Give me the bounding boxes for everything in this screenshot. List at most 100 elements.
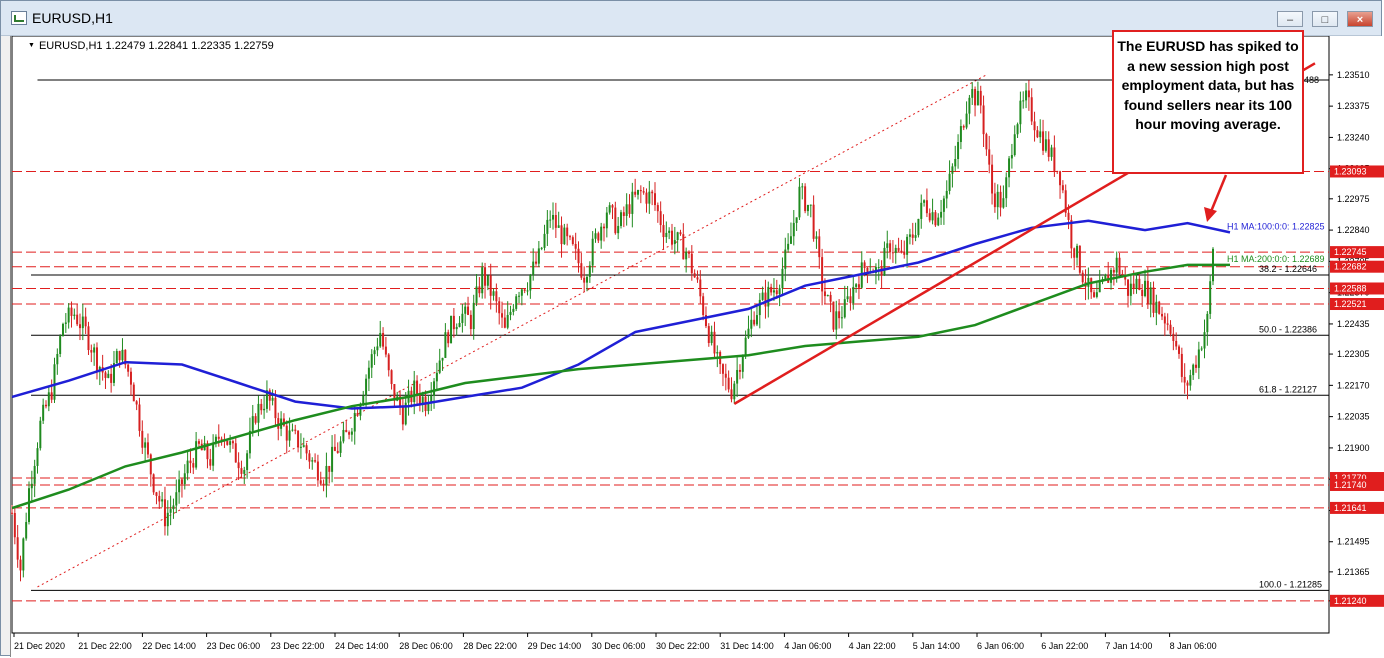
- bull-candle: [549, 219, 552, 221]
- close-button[interactable]: ×: [1347, 11, 1373, 27]
- bull-candle: [1197, 349, 1200, 368]
- bear-candle: [237, 462, 240, 469]
- bear-candle: [469, 314, 472, 330]
- bull-candle: [263, 408, 266, 411]
- bull-candle: [172, 505, 175, 510]
- bull-candle: [47, 392, 50, 407]
- bull-candle: [617, 225, 620, 234]
- bull-candle: [169, 509, 172, 513]
- bear-candle: [141, 430, 144, 448]
- bull-candle: [840, 317, 843, 319]
- bear-candle: [659, 211, 662, 226]
- bull-candle: [959, 126, 962, 143]
- bull-candle: [421, 396, 424, 404]
- bear-candle: [11, 512, 13, 514]
- bull-candle: [594, 233, 597, 239]
- bear-candle: [348, 432, 351, 435]
- minimize-button[interactable]: –: [1277, 11, 1303, 27]
- bull-candle: [1010, 154, 1013, 159]
- bear-candle: [583, 277, 586, 283]
- bear-candle: [1127, 279, 1130, 296]
- y-axis-tick-label: 1.21495: [1337, 537, 1370, 547]
- x-axis-tick-label: 8 Jan 06:00: [1170, 641, 1217, 651]
- bull-candle: [39, 420, 42, 449]
- bull-candle: [458, 322, 461, 327]
- bull-candle: [948, 173, 951, 191]
- bull-candle: [908, 234, 911, 237]
- bear-candle: [897, 247, 900, 251]
- bull-candle: [299, 446, 302, 448]
- y-axis-tick-label: 1.22305: [1337, 349, 1370, 359]
- bull-candle: [537, 248, 540, 264]
- bear-candle: [569, 236, 572, 238]
- bull-candle: [186, 460, 189, 474]
- bear-candle: [209, 459, 212, 466]
- bull-candle: [433, 381, 436, 396]
- bull-candle: [557, 225, 560, 228]
- bull-candle: [444, 332, 447, 358]
- bull-candle: [1129, 283, 1132, 296]
- fibonacci-label: 61.8 - 1.22127: [1259, 384, 1317, 394]
- bear-candle: [738, 369, 741, 372]
- bear-candle: [240, 468, 243, 474]
- x-axis-tick-label: 24 Dec 14:00: [335, 641, 389, 651]
- callout-arrowhead: [1204, 207, 1217, 222]
- bear-candle: [316, 461, 319, 481]
- level-price-tag: 1.22521: [1334, 299, 1367, 309]
- bull-candle: [30, 483, 33, 489]
- bull-candle: [942, 198, 945, 212]
- bull-candle: [631, 191, 634, 214]
- bear-candle: [285, 425, 288, 441]
- bull-candle: [591, 238, 594, 266]
- bear-candle: [727, 377, 730, 390]
- bear-candle: [818, 236, 821, 258]
- bull-candle: [472, 302, 475, 330]
- bull-candle: [665, 232, 668, 238]
- level-price-tag: 1.22682: [1334, 262, 1367, 272]
- bull-candle: [744, 337, 747, 357]
- bull-candle: [1025, 90, 1028, 101]
- bull-candle: [515, 296, 518, 309]
- bear-candle: [87, 326, 90, 351]
- bear-candle: [384, 346, 387, 355]
- bear-candle: [1053, 147, 1056, 171]
- bear-candle: [95, 347, 98, 372]
- bear-candle: [314, 460, 317, 462]
- bear-candle: [662, 225, 665, 238]
- bull-candle: [1192, 364, 1195, 376]
- fibonacci-label: 38.2 - 1.22646: [1259, 264, 1317, 274]
- bull-candle: [481, 267, 484, 294]
- bear-candle: [889, 243, 892, 253]
- bull-candle: [520, 289, 523, 296]
- x-axis-tick-label: 23 Dec 22:00: [271, 641, 325, 651]
- bear-candle: [146, 442, 149, 455]
- bull-candle: [27, 488, 30, 523]
- bull-candle: [784, 249, 787, 269]
- bear-candle: [979, 90, 982, 106]
- bull-candle: [373, 350, 376, 355]
- bull-candle: [894, 247, 897, 253]
- bear-candle: [925, 200, 928, 214]
- bear-candle: [189, 460, 192, 464]
- fibonacci-label: 50.0 - 1.22386: [1259, 324, 1317, 334]
- bear-candle: [484, 267, 487, 286]
- price-chart[interactable]: 1.235101.233751.232401.231051.229751.228…: [10, 30, 1384, 657]
- bull-candle: [767, 286, 770, 307]
- symbol-ohlc-header: EURUSD,H1 1.22479 1.22841 1.22335 1.2275…: [28, 40, 274, 52]
- bear-candle: [84, 316, 87, 327]
- bull-candle: [1144, 280, 1147, 297]
- bear-candle: [180, 479, 183, 485]
- bear-candle: [226, 440, 229, 445]
- maximize-button[interactable]: □: [1312, 11, 1338, 27]
- bull-candle: [81, 316, 84, 329]
- bear-candle: [1078, 245, 1081, 273]
- bear-candle: [387, 354, 390, 371]
- bear-candle: [903, 251, 906, 255]
- bull-candle: [755, 315, 758, 325]
- bear-candle: [418, 394, 421, 404]
- bull-candle: [733, 383, 736, 400]
- bear-candle: [866, 267, 869, 272]
- bear-candle: [1090, 277, 1093, 293]
- bear-candle: [724, 373, 727, 378]
- bull-candle: [67, 307, 70, 323]
